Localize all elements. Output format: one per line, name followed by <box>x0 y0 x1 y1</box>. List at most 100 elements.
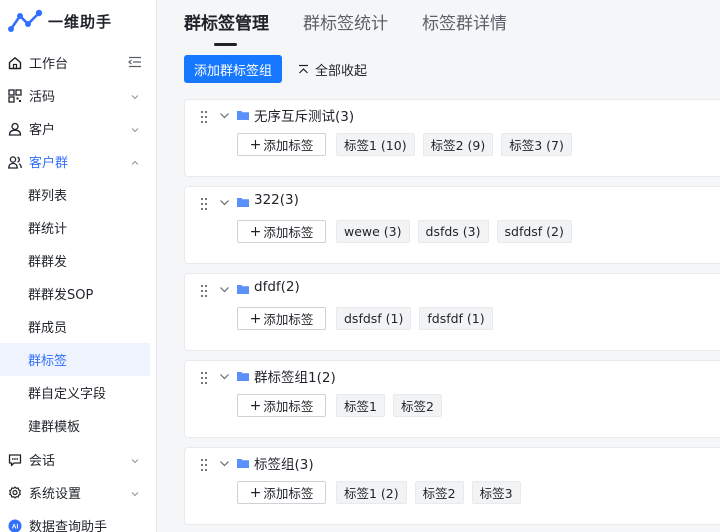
collapse-all-label: 全部收起 <box>315 63 368 79</box>
tag-chip[interactable]: 标签2 (9) <box>422 133 494 156</box>
folder-icon <box>237 285 249 294</box>
tag-chip[interactable]: 标签3 <box>471 481 521 504</box>
plus-icon: + <box>249 136 262 153</box>
sidebar-item-workbench[interactable]: 工作台 <box>0 46 156 79</box>
drag-handle-icon[interactable] <box>200 371 208 385</box>
drag-handle-icon[interactable] <box>200 458 208 472</box>
chevron-up-icon <box>130 157 140 167</box>
sidebar: 一维助手 工作台 活码 客户 客户群 群列表 群统计 群群发 群群发SOP 群成… <box>0 0 157 532</box>
tab-bar: 群标签管理 群标签统计 标签群详情 <box>184 12 541 46</box>
folder-icon <box>237 372 249 381</box>
sidebar-subitem-group-tags[interactable]: 群标签 <box>0 343 150 376</box>
collapse-left-icon[interactable] <box>128 56 142 68</box>
tag-group-card: dfdf(2) + 添加标签 dsfdsf (1) fdsfdf (1) <box>184 273 720 351</box>
drag-handle-icon[interactable] <box>200 110 208 124</box>
logo-icon <box>8 9 43 32</box>
add-tag-button[interactable]: + 添加标签 <box>237 394 326 417</box>
tag-chip[interactable]: dsfds (3) <box>417 220 489 243</box>
tag-group-title: 群标签组1(2) <box>254 370 336 386</box>
add-tag-label: 添加标签 <box>263 225 314 240</box>
sidebar-item-label: 工作台 <box>29 57 69 72</box>
tag-chip[interactable]: 标签1 <box>336 394 385 417</box>
plus-icon: + <box>249 223 262 240</box>
tag-chip[interactable]: 标签1 (10) <box>336 133 415 156</box>
sidebar-subitem-group-templates[interactable]: 建群模板 <box>0 409 150 442</box>
tag-list: 标签1 标签2 <box>336 394 450 417</box>
sidebar-item-live-code[interactable]: 活码 <box>0 79 156 112</box>
tab-label: 标签群详情 <box>422 14 507 34</box>
brand-name: 一维助手 <box>48 12 113 31</box>
add-tag-button[interactable]: + 添加标签 <box>237 220 326 243</box>
tag-list: dsfdsf (1) fdsfdf (1) <box>336 307 501 330</box>
tag-group-title: 322(3) <box>254 192 299 208</box>
tab-label: 群标签统计 <box>303 14 388 34</box>
add-tag-button[interactable]: + 添加标签 <box>237 133 326 156</box>
svg-text:AI: AI <box>12 523 19 530</box>
chevron-down-icon <box>130 455 140 465</box>
sidebar-item-customer[interactable]: 客户 <box>0 112 156 145</box>
tag-chip[interactable]: dsfdsf (1) <box>336 307 412 330</box>
sidebar-item-label: 系统设置 <box>29 487 82 502</box>
tab-tag-statistics[interactable]: 群标签统计 <box>303 12 388 46</box>
home-icon <box>8 56 22 70</box>
sidebar-item-data-assistant[interactable]: AI 数据查询助手 <box>0 509 156 532</box>
add-tag-button[interactable]: + 添加标签 <box>237 307 326 330</box>
brand[interactable]: 一维助手 <box>0 0 156 42</box>
tag-chip[interactable]: 标签1 (2) <box>336 481 407 504</box>
add-tag-group-button[interactable]: 添加群标签组 <box>184 55 282 83</box>
plus-icon: + <box>249 310 262 327</box>
sidebar-subitem-group-members[interactable]: 群成员 <box>0 310 150 343</box>
tag-list: wewe (3) dsfds (3) sdfdsf (2) <box>336 220 580 243</box>
chevron-down-icon <box>130 488 140 498</box>
sidebar-subitem-label: 群群发 <box>28 255 68 270</box>
tag-group-card: 无序互斥测试(3) + 添加标签 标签1 (10) 标签2 (9) 标签3 (7) <box>184 99 720 177</box>
chevron-down-icon[interactable] <box>219 373 230 381</box>
tag-list: 标签1 (10) 标签2 (9) 标签3 (7) <box>336 133 580 156</box>
sidebar-item-label: 会话 <box>29 454 56 469</box>
add-tag-label: 添加标签 <box>263 312 314 327</box>
sidebar-subitem-group-custom-fields[interactable]: 群自定义字段 <box>0 376 150 409</box>
sidebar-item-label: 客户群 <box>29 156 69 171</box>
gear-icon <box>8 485 22 500</box>
sidebar-subitem-label: 建群模板 <box>28 420 81 435</box>
folder-icon <box>237 111 249 120</box>
sidebar-item-session[interactable]: 会话 <box>0 443 156 476</box>
tag-chip[interactable]: sdfdsf (2) <box>496 220 572 243</box>
collapse-all-button[interactable]: 全部收起 <box>298 55 367 83</box>
sidebar-subitem-group-list[interactable]: 群列表 <box>0 178 150 211</box>
sidebar-subitem-group-stats[interactable]: 群统计 <box>0 211 150 244</box>
sidebar-subitem-label: 群群发SOP <box>28 288 94 303</box>
tab-tag-management[interactable]: 群标签管理 <box>184 12 269 46</box>
plus-icon: + <box>249 484 262 501</box>
sidebar-item-label: 客户 <box>29 123 56 138</box>
tag-chip[interactable]: 标签2 <box>392 394 442 417</box>
chevron-down-icon[interactable] <box>219 112 230 120</box>
tag-group-title: 无序互斥测试(3) <box>254 109 355 125</box>
drag-handle-icon[interactable] <box>200 197 208 211</box>
tag-chip[interactable]: 标签3 (7) <box>501 133 572 156</box>
sidebar-item-settings[interactable]: 系统设置 <box>0 476 156 509</box>
chevron-down-icon[interactable] <box>219 460 230 468</box>
ai-icon: AI <box>8 519 22 532</box>
main-content: 群标签管理 群标签统计 标签群详情 添加群标签组 全部收起 无序互斥测试(3) … <box>157 0 720 532</box>
chevron-down-icon <box>130 91 140 101</box>
drag-handle-icon[interactable] <box>200 284 208 298</box>
sidebar-subitem-group-broadcast[interactable]: 群群发 <box>0 244 150 277</box>
sidebar-subitem-group-broadcast-sop[interactable]: 群群发SOP <box>0 277 150 310</box>
chevron-down-icon[interactable] <box>219 286 230 294</box>
tag-chip[interactable]: fdsfdf (1) <box>419 307 493 330</box>
user-icon <box>8 122 22 136</box>
tag-group-card: 322(3) + 添加标签 wewe (3) dsfds (3) sdfdsf (… <box>184 186 720 264</box>
tag-chip[interactable]: wewe (3) <box>336 220 410 243</box>
tag-chip[interactable]: 标签2 <box>414 481 464 504</box>
tab-tag-group-detail[interactable]: 标签群详情 <box>422 12 507 46</box>
add-tag-button[interactable]: + 添加标签 <box>237 481 326 504</box>
sidebar-subitem-label: 群自定义字段 <box>28 387 107 402</box>
collapse-all-icon <box>299 64 308 73</box>
chevron-down-icon[interactable] <box>219 199 230 207</box>
qrcode-icon <box>8 88 22 103</box>
add-tag-label: 添加标签 <box>263 486 314 501</box>
chevron-down-icon <box>130 124 140 134</box>
sidebar-item-label: 数据查询助手 <box>29 520 108 532</box>
sidebar-item-customer-group[interactable]: 客户群 <box>0 145 156 178</box>
